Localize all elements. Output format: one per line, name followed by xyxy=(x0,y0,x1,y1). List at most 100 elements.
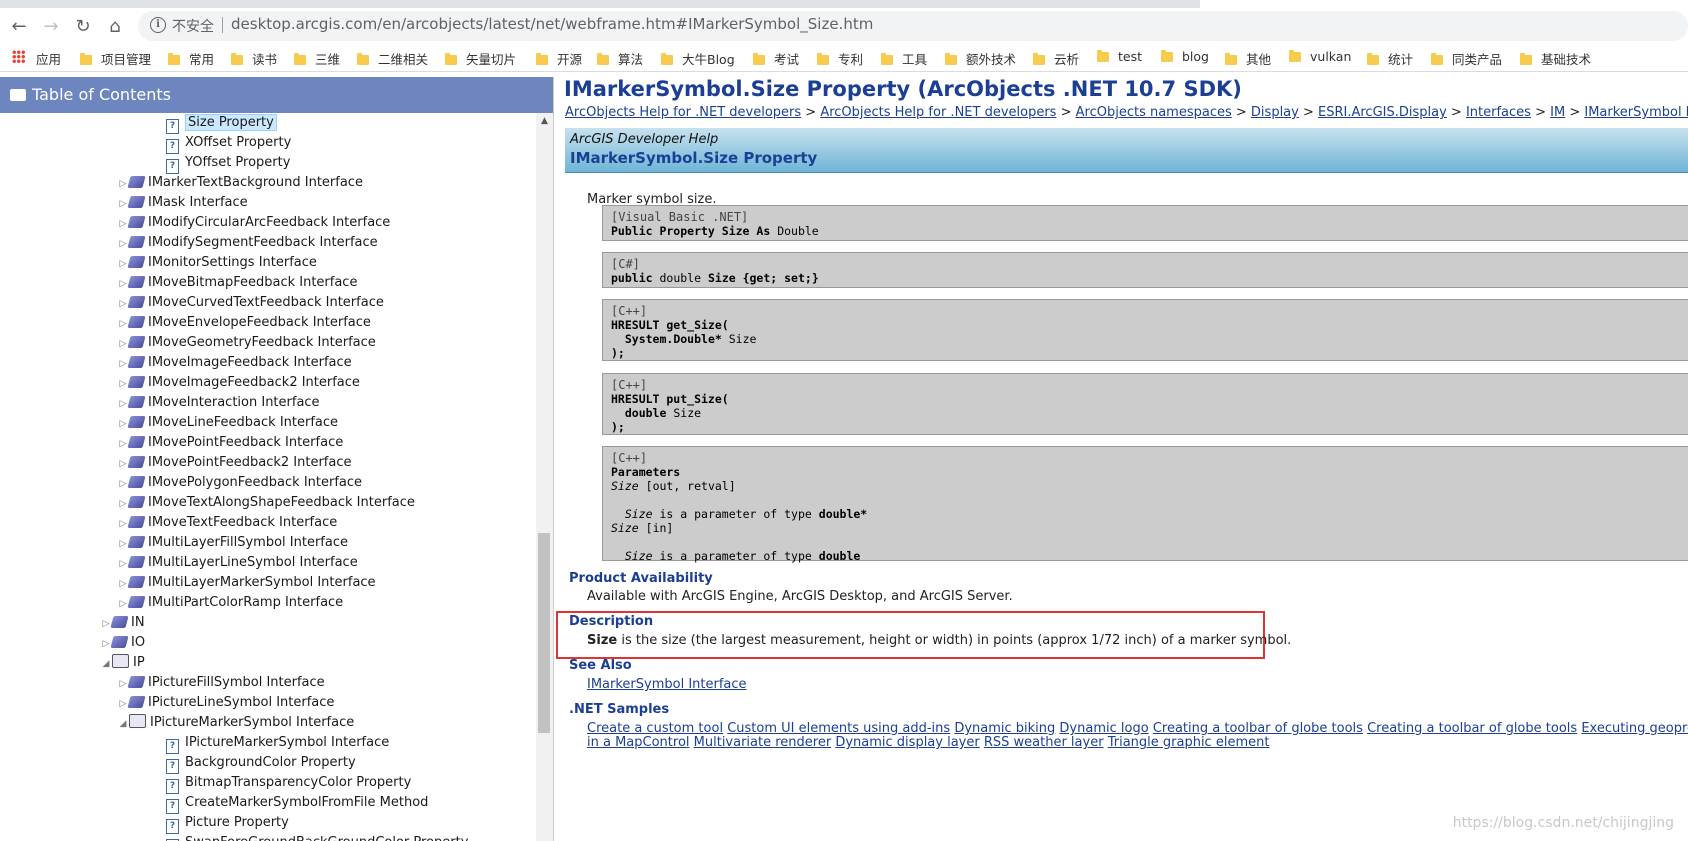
toc-item[interactable]: ▷ IMoveImageFeedback2 Interface xyxy=(117,373,360,393)
collapsed-arrow-icon[interactable]: ▷ xyxy=(117,434,129,454)
home-icon[interactable]: ⌂ xyxy=(104,16,126,38)
active-tab[interactable] xyxy=(1200,0,1688,8)
breadcrumb-link[interactable]: IMarkerSymbol Interface xyxy=(1584,105,1688,120)
bookmark-folder[interactable]: 大牛Blog xyxy=(661,49,735,68)
scroll-up-icon[interactable]: ▲ xyxy=(536,113,553,130)
bookmark-folder[interactable]: 常用 xyxy=(168,49,214,68)
toc-item[interactable]: ? BackgroundColor Property xyxy=(166,753,356,774)
sample-link[interactable]: Dynamic logo xyxy=(1059,721,1148,736)
collapsed-arrow-icon[interactable]: ▷ xyxy=(117,254,129,274)
breadcrumb-link[interactable]: IM xyxy=(1550,105,1565,120)
collapsed-arrow-icon[interactable]: ▷ xyxy=(100,634,112,654)
sample-link[interactable]: Executing geoprocessing tools xyxy=(1581,721,1688,736)
bookmark-folder[interactable]: 云析 xyxy=(1033,49,1079,68)
breadcrumb-link[interactable]: ArcObjects Help for .NET developers xyxy=(820,105,1056,120)
insecure-label[interactable]: 不安全 xyxy=(172,16,214,36)
collapsed-arrow-icon[interactable]: ▷ xyxy=(117,294,129,314)
bookmark-apps[interactable]: 应用 xyxy=(36,49,61,68)
collapsed-arrow-icon[interactable]: ▷ xyxy=(117,514,129,534)
collapsed-arrow-icon[interactable]: ▷ xyxy=(117,314,129,334)
bookmark-folder[interactable]: 统计 xyxy=(1367,49,1413,68)
toc-item[interactable]: ?SwapForeGroundBackGroundColor Property xyxy=(166,833,468,841)
toc-item[interactable]: ▷ IMoveTextFeedback Interface xyxy=(117,513,338,534)
bookmark-folder[interactable]: 工具 xyxy=(881,49,927,68)
collapsed-arrow-icon[interactable]: ▷ xyxy=(117,214,129,234)
breadcrumb-link[interactable]: ArcObjects namespaces xyxy=(1076,105,1232,120)
breadcrumb-link[interactable]: Display xyxy=(1251,105,1299,120)
toc-item[interactable]: ? XOffset Property xyxy=(166,133,291,154)
breadcrumb-link[interactable]: ArcObjects Help for .NET developers xyxy=(565,105,801,120)
toc-item[interactable]: ◢ IPictureMarkerSymbol Interface xyxy=(117,713,354,733)
toc-item[interactable]: ▷ IMoveTextAlongShapeFeedback Interface xyxy=(117,493,415,513)
sample-link[interactable]: Dynamic biking xyxy=(954,721,1055,736)
toc-item[interactable]: ▷ IModifySegmentFeedback Interface xyxy=(117,233,378,253)
sample-link[interactable]: Creating a toolbar of globe tools xyxy=(1367,721,1577,736)
collapsed-arrow-icon[interactable]: ▷ xyxy=(117,534,129,554)
toc-item[interactable]: ▷ IMarkerTextBackground Interface xyxy=(117,173,363,193)
toc-item[interactable]: ▷ IMovePointFeedback2 Interface xyxy=(117,453,352,473)
toc-item[interactable]: ▷ IMultiPartColorRamp Interface xyxy=(117,593,344,613)
collapsed-arrow-icon[interactable]: ▷ xyxy=(100,614,112,634)
bookmark-folder[interactable]: 三维 xyxy=(294,49,340,68)
bookmark-folder[interactable]: 基础技术 xyxy=(1520,49,1591,68)
bookmark-folder[interactable]: test xyxy=(1097,49,1142,64)
toc-item[interactable]: ▷ IPictureFillSymbol Interface xyxy=(117,673,325,693)
bookmark-folder[interactable]: 二维相关 xyxy=(357,49,428,68)
toc-item[interactable]: ? CreateMarkerSymbolFromFile Method xyxy=(166,793,428,814)
toc-item[interactable]: ▷ IMoveEnvelopeFeedback Interface xyxy=(117,313,371,333)
collapsed-arrow-icon[interactable]: ▷ xyxy=(117,474,129,494)
collapsed-arrow-icon[interactable]: ▷ xyxy=(117,174,129,194)
sample-link[interactable]: Triangle graphic element xyxy=(1108,735,1270,750)
expanded-arrow-icon[interactable]: ◢ xyxy=(117,714,129,734)
collapsed-arrow-icon[interactable]: ▷ xyxy=(117,374,129,394)
toc-item[interactable]: ▷ IPictureLineSymbol Interface xyxy=(117,693,335,714)
toc-item[interactable]: ▷ IN xyxy=(100,613,145,633)
toc-item[interactable]: ? IPictureMarkerSymbol Interface xyxy=(166,733,389,754)
bookmark-folder[interactable]: 矢量切片 xyxy=(445,49,516,68)
bookmark-folder[interactable]: 考试 xyxy=(753,49,799,68)
toc-item[interactable]: ▷ IMoveImageFeedback Interface xyxy=(117,353,352,373)
info-icon[interactable]: i xyxy=(150,17,166,33)
collapsed-arrow-icon[interactable]: ▷ xyxy=(117,694,129,714)
toc-item[interactable]: ▷ IMovePointFeedback Interface xyxy=(117,433,344,454)
reload-icon[interactable]: ↻ xyxy=(72,16,94,38)
apps-icon[interactable] xyxy=(12,50,25,63)
collapsed-arrow-icon[interactable]: ▷ xyxy=(117,394,129,414)
url-text[interactable]: desktop.arcgis.com/en/arcobjects/latest/… xyxy=(231,15,873,33)
toc-item[interactable]: ? BitmapTransparencyColor Property xyxy=(166,773,411,794)
toc-item[interactable]: ▷ IMultiLayerFillSymbol Interface xyxy=(117,533,348,553)
collapsed-arrow-icon[interactable]: ▷ xyxy=(117,414,129,434)
collapsed-arrow-icon[interactable]: ▷ xyxy=(117,494,129,514)
toc-item[interactable]: ▷ IMask Interface xyxy=(117,193,248,213)
sample-link[interactable]: Create a custom tool xyxy=(587,721,723,736)
sample-link[interactable]: Custom UI elements using add-ins xyxy=(727,721,950,736)
toc-item[interactable]: ▷ IModifyCircularArcFeedback Interface xyxy=(117,213,391,234)
collapsed-arrow-icon[interactable]: ▷ xyxy=(117,574,129,594)
bookmark-folder[interactable]: vulkan xyxy=(1289,49,1351,64)
bookmark-folder[interactable]: 读书 xyxy=(231,49,277,68)
collapsed-arrow-icon[interactable]: ▷ xyxy=(117,194,129,214)
toc-item[interactable]: ▷ IMultiLayerMarkerSymbol Interface xyxy=(117,573,376,593)
toc-item[interactable]: ? YOffset Property xyxy=(166,153,290,174)
sample-link[interactable]: Creating a toolbar of globe tools xyxy=(1153,721,1363,736)
toc-item[interactable]: ▷ IMovePolygonFeedback Interface xyxy=(117,473,363,494)
bookmark-folder[interactable]: blog xyxy=(1161,49,1209,64)
toc-item[interactable]: ▷ IMoveInteraction Interface xyxy=(117,393,320,413)
bookmark-folder[interactable]: 其他 xyxy=(1225,49,1271,68)
sample-link[interactable]: RSS weather layer xyxy=(984,735,1104,750)
collapsed-arrow-icon[interactable]: ▷ xyxy=(117,274,129,294)
forward-icon[interactable]: → xyxy=(40,16,62,38)
toc-item[interactable]: ▷ IMoveCurvedTextFeedback Interface xyxy=(117,293,384,313)
breadcrumb-link[interactable]: ESRI.ArcGIS.Display xyxy=(1318,105,1447,120)
toc-item[interactable]: ? Size Property xyxy=(166,113,277,134)
toc-item[interactable]: ▷ IMoveBitmapFeedback Interface xyxy=(117,273,358,294)
bookmark-folder[interactable]: 算法 xyxy=(597,49,643,68)
breadcrumb-link[interactable]: Interfaces xyxy=(1466,105,1531,120)
toc-item[interactable]: ▷ IMonitorSettings Interface xyxy=(117,253,317,273)
expanded-arrow-icon[interactable]: ◢ xyxy=(100,654,112,674)
bookmark-folder[interactable]: 同类产品 xyxy=(1431,49,1502,68)
sample-link[interactable]: in a MapControl xyxy=(587,735,690,750)
collapsed-arrow-icon[interactable]: ▷ xyxy=(117,554,129,574)
toc-item[interactable]: ? Picture Property xyxy=(166,813,289,834)
toc-scrollbar[interactable]: ▲ xyxy=(536,113,553,841)
